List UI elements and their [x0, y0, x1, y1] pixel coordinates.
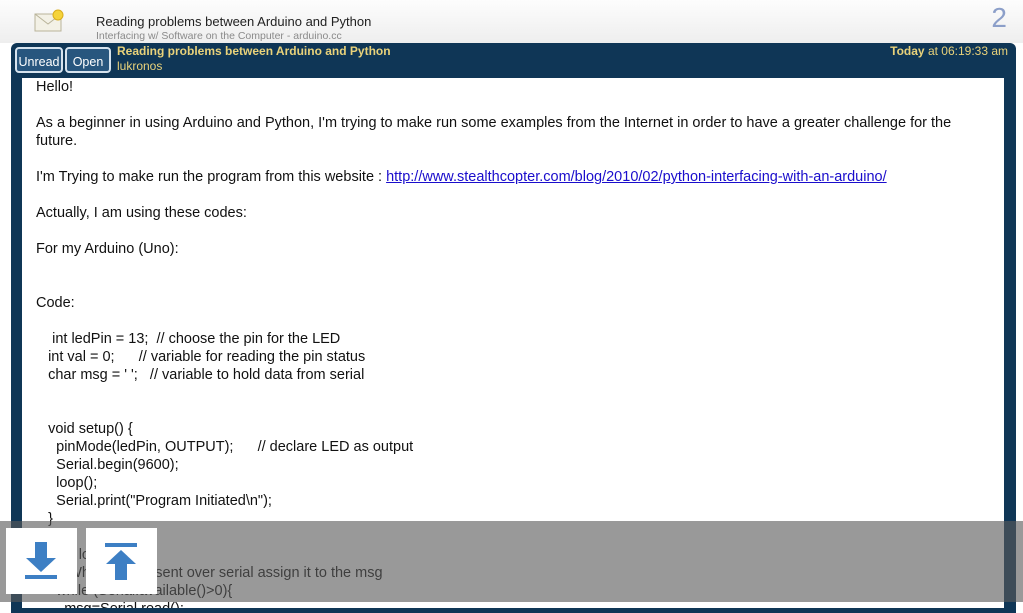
code-line: loop();: [36, 475, 98, 491]
timestamp-day: Today: [890, 44, 925, 58]
code-line: pinMode(ledPin, OUTPUT); // declare LED …: [36, 439, 414, 455]
arrow-down-to-bottom-icon: [25, 542, 57, 579]
body-paragraph-1: As a beginner in using Arduino and Pytho…: [36, 115, 952, 149]
body-paragraph-2-text: I'm Trying to make run the program from …: [36, 169, 387, 185]
open-button[interactable]: Open: [65, 47, 111, 73]
scroll-to-top-button[interactable]: [86, 528, 157, 594]
message-count: 2: [991, 2, 1007, 33]
message-author[interactable]: lukronos: [117, 59, 162, 73]
code-line: void setup() {: [36, 421, 133, 437]
body-paragraph-4: For my Arduino (Uno):: [36, 241, 179, 257]
unread-button[interactable]: Unread: [15, 47, 63, 73]
envelope-icon: [34, 9, 64, 32]
timestamp-time: at 06:19:33 am: [924, 44, 1008, 58]
body-paragraph-3: Actually, I am using these codes:: [36, 205, 247, 221]
code-line: int val = 0; // variable for reading the…: [36, 349, 366, 365]
code-line: Serial.print("Program Initiated\n");: [36, 493, 272, 509]
code-line: int ledPin = 13; // choose the pin for t…: [36, 331, 341, 347]
code-label: Code:: [36, 295, 75, 311]
message-timestamp: Today at 06:19:33 am: [890, 44, 1008, 58]
greeting-text: Hello!: [36, 79, 74, 95]
scroll-to-bottom-button[interactable]: [6, 528, 77, 594]
stealthcopter-link[interactable]: http://www.stealthcopter.com/blog/2010/0…: [386, 169, 887, 185]
arrow-up-to-top-icon: [105, 543, 137, 580]
code-line: Serial.begin(9600);: [36, 457, 179, 473]
code-line: char msg = ' '; // variable to hold data…: [36, 367, 365, 383]
body-paragraph-2: I'm Trying to make run the program from …: [36, 168, 986, 186]
thread-subtitle: Interfacing w/ Software on the Computer …: [96, 30, 342, 42]
message-subject: Reading problems between Arduino and Pyt…: [117, 44, 391, 58]
thread-title: Reading problems between Arduino and Pyt…: [96, 14, 372, 29]
top-header: Reading problems between Arduino and Pyt…: [0, 0, 1023, 43]
